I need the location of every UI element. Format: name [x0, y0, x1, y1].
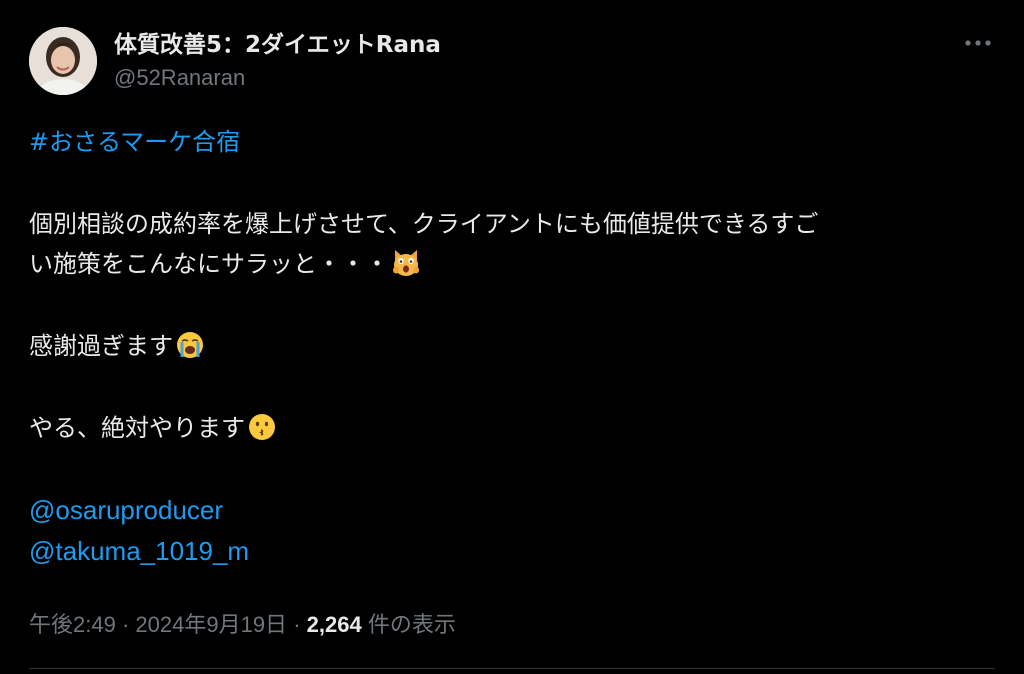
meta-separator: ·: [293, 612, 301, 637]
tweet-date[interactable]: 2024年9月19日: [135, 612, 287, 637]
tweet-text: #おさるマーケ合宿 個別相談の成約率を爆上げさせて、クライアントにも価値提供でき…: [29, 122, 995, 572]
tweet-meta: 午後2:49 · 2024年9月19日 · 2,264 件の表示: [29, 608, 456, 642]
tweet-time[interactable]: 午後2:49: [29, 612, 116, 637]
tweet-header: 体質改善5：2ダイエットRana @52Ranaran: [29, 27, 995, 97]
kissing-face-emoji-icon: [249, 414, 275, 440]
display-name[interactable]: 体質改善5：2ダイエットRana: [114, 29, 441, 61]
loudly-crying-face-emoji-icon: [177, 332, 203, 358]
views-count[interactable]: 2,264: [307, 612, 362, 637]
mention-link[interactable]: @osaruproducer: [29, 495, 223, 525]
avatar[interactable]: [29, 27, 97, 95]
divider: [29, 668, 995, 669]
meta-separator: ·: [121, 612, 130, 637]
more-options-button[interactable]: [961, 33, 995, 53]
more-dots-icon: [965, 40, 991, 46]
hashtag-link[interactable]: #おさるマーケ合宿: [29, 128, 240, 156]
tweet-text-line: い施策をこんなにサラッと・・・: [29, 250, 389, 278]
views-label: 件の表示: [367, 612, 456, 637]
mention-link[interactable]: @takuma_1019_m: [29, 536, 249, 566]
tweet: 体質改善5：2ダイエットRana @52Ranaran #おさるマーケ合宿 個別…: [0, 0, 1024, 674]
user-handle[interactable]: @52Ranaran: [114, 63, 441, 93]
tweet-text-line: やる、絶対やります: [29, 414, 245, 442]
name-block: 体質改善5：2ダイエットRana @52Ranaran: [114, 29, 441, 93]
tweet-text-line: 個別相談の成約率を爆上げさせて、クライアントにも価値提供できるすご: [29, 210, 819, 238]
scream-cat-emoji-icon: [393, 250, 419, 276]
tweet-text-line: 感謝過ぎます: [29, 332, 173, 360]
